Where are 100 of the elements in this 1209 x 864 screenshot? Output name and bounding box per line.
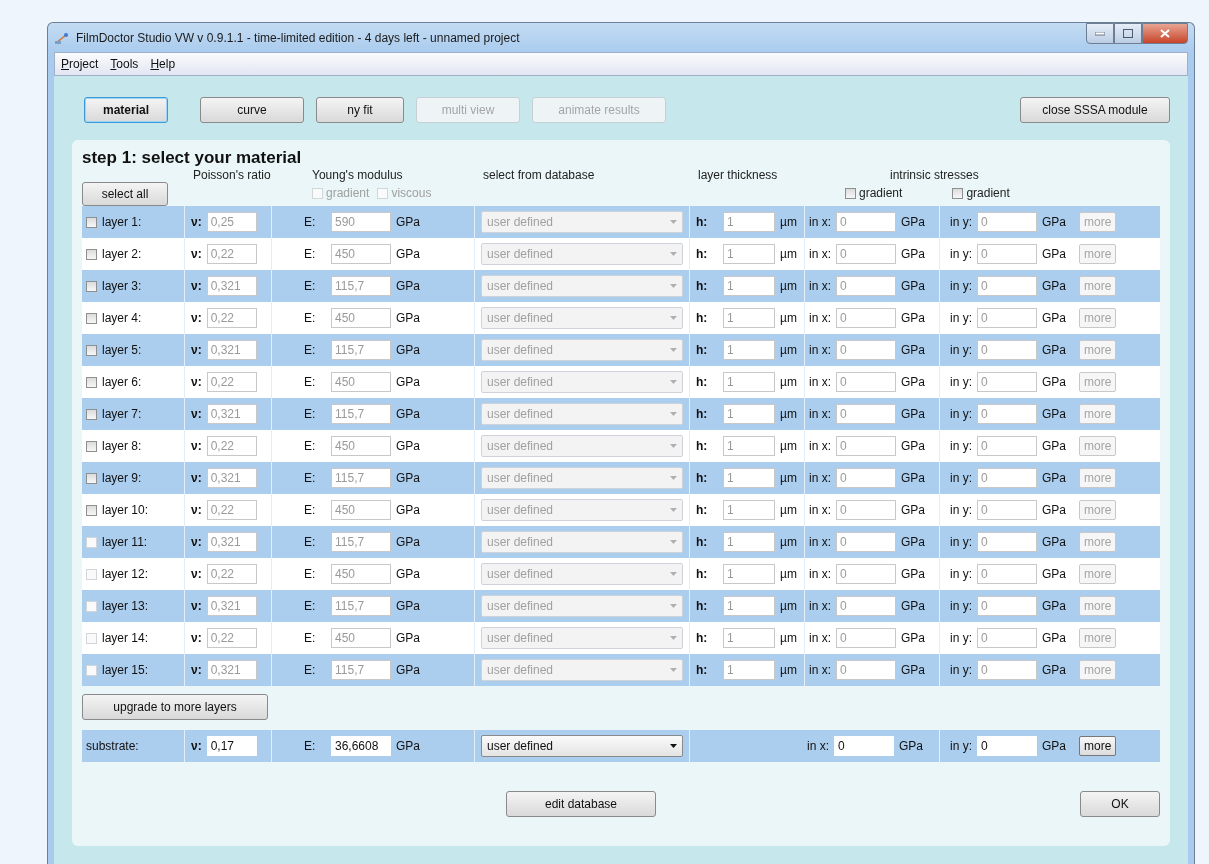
- unit-label: µm: [780, 279, 797, 293]
- stress-label: in y:: [950, 407, 972, 421]
- e-label: E:: [304, 739, 317, 753]
- option-label: gradient: [859, 186, 903, 200]
- h-label: h:: [696, 503, 709, 517]
- minimize-button[interactable]: [1086, 23, 1114, 44]
- stress-label: in x:: [807, 739, 829, 753]
- unit-label: µm: [780, 247, 797, 261]
- e-label: E:: [304, 247, 317, 261]
- caret-icon: [670, 220, 677, 224]
- nu-label: ν:: [191, 567, 202, 581]
- unit-label: GPa: [1042, 739, 1067, 753]
- unit-label: GPa: [901, 503, 926, 517]
- unit-label: µm: [780, 471, 797, 485]
- unit-label: GPa: [396, 215, 420, 229]
- ok-button[interactable]: OK: [1080, 791, 1160, 817]
- caret-icon: [670, 508, 677, 512]
- input-field[interactable]: 0: [977, 736, 1037, 756]
- row-label: layer 11:: [102, 535, 148, 549]
- more-button[interactable]: more: [1079, 736, 1117, 756]
- unit-label: µm: [780, 567, 797, 581]
- module-button[interactable]: material: [84, 97, 168, 123]
- h-label: h:: [696, 535, 709, 549]
- edit-database-button[interactable]: edit database: [506, 791, 656, 817]
- caret-icon: [670, 412, 677, 416]
- e-label: E:: [304, 567, 317, 581]
- unit-label: µm: [780, 663, 797, 677]
- row-label: layer 7:: [102, 407, 142, 421]
- unit-label: GPa: [396, 247, 420, 261]
- module-button[interactable]: curve: [200, 97, 304, 123]
- stress-label: in x:: [809, 215, 831, 229]
- stress-label: in x:: [809, 631, 831, 645]
- stress-label: in y:: [950, 739, 972, 753]
- column-header: layer thickness: [698, 168, 778, 182]
- h-label: h:: [696, 407, 709, 421]
- stress-label: in y:: [950, 279, 972, 293]
- row-label: layer 5:: [102, 343, 142, 357]
- h-label: h:: [696, 375, 709, 389]
- unit-label: GPa: [396, 311, 420, 325]
- unit-label: GPa: [1042, 247, 1067, 261]
- maximize-button[interactable]: [1114, 23, 1142, 44]
- stress-label: in x:: [809, 535, 831, 549]
- minimize-icon: [1095, 31, 1105, 36]
- nu-label: ν:: [191, 375, 202, 389]
- unit-label: µm: [780, 375, 797, 389]
- unit-label: GPa: [901, 535, 926, 549]
- caret-icon: [670, 380, 677, 384]
- row-label: substrate:: [86, 739, 139, 753]
- option-label: viscous: [391, 186, 432, 200]
- unit-label: GPa: [1042, 439, 1067, 453]
- option-label: gradient: [966, 186, 1010, 200]
- e-label: E:: [304, 311, 317, 325]
- menu-item[interactable]: Project: [61, 57, 99, 71]
- unit-label: µm: [780, 599, 797, 613]
- close-module-button[interactable]: close SSSA module: [1020, 97, 1170, 123]
- unit-label: GPa: [396, 631, 420, 645]
- upgrade-button[interactable]: upgrade to more layers: [82, 694, 268, 720]
- unit-label: GPa: [901, 439, 926, 453]
- unit-label: GPa: [396, 535, 420, 549]
- select-all-button[interactable]: select all: [82, 182, 168, 206]
- input-field[interactable]: 0,17: [206, 736, 257, 756]
- unit-label: GPa: [396, 567, 420, 581]
- step-title: step 1: select your material: [82, 148, 303, 168]
- unit-label: µm: [780, 311, 797, 325]
- nu-label: ν:: [191, 407, 202, 421]
- caret-icon: [670, 540, 677, 544]
- module-button[interactable]: ny fit: [316, 97, 404, 123]
- nu-label: ν:: [191, 503, 202, 517]
- input-field[interactable]: 0: [834, 736, 894, 756]
- caret-icon: [670, 444, 677, 448]
- stress-label: in x:: [809, 279, 831, 293]
- caret-icon: [670, 348, 677, 352]
- checkbox[interactable]: [845, 187, 856, 199]
- unit-label: GPa: [396, 279, 420, 293]
- unit-label: GPa: [901, 215, 926, 229]
- input-field[interactable]: 36,6608: [331, 736, 391, 756]
- checkbox[interactable]: [952, 187, 964, 199]
- stress-label: in x:: [809, 471, 831, 485]
- unit-label: GPa: [1042, 343, 1067, 357]
- stress-label: in y:: [950, 471, 972, 485]
- e-label: E:: [304, 375, 317, 389]
- h-label: h:: [696, 631, 709, 645]
- unit-label: µm: [780, 407, 797, 421]
- dropdown[interactable]: user defined: [481, 735, 683, 757]
- menu-item[interactable]: Help: [150, 57, 176, 71]
- stress-label: in y:: [950, 311, 972, 325]
- h-label: h:: [696, 471, 709, 485]
- window-title: FilmDoctor Studio VW v 0.9.1.1 - time-limited edition - 4 days left - unnamed project: [76, 30, 521, 45]
- e-label: E:: [304, 439, 317, 453]
- stress-label: in x:: [809, 343, 831, 357]
- unit-label: GPa: [901, 567, 926, 581]
- h-label: h:: [696, 311, 709, 325]
- unit-label: µm: [780, 503, 797, 517]
- e-label: E:: [304, 631, 317, 645]
- stress-label: in x:: [809, 247, 831, 261]
- e-label: E:: [304, 343, 317, 357]
- menu-item[interactable]: Tools: [110, 57, 139, 71]
- close-button[interactable]: [1142, 23, 1188, 44]
- unit-label: GPa: [1042, 215, 1067, 229]
- option-label: gradient: [326, 186, 370, 200]
